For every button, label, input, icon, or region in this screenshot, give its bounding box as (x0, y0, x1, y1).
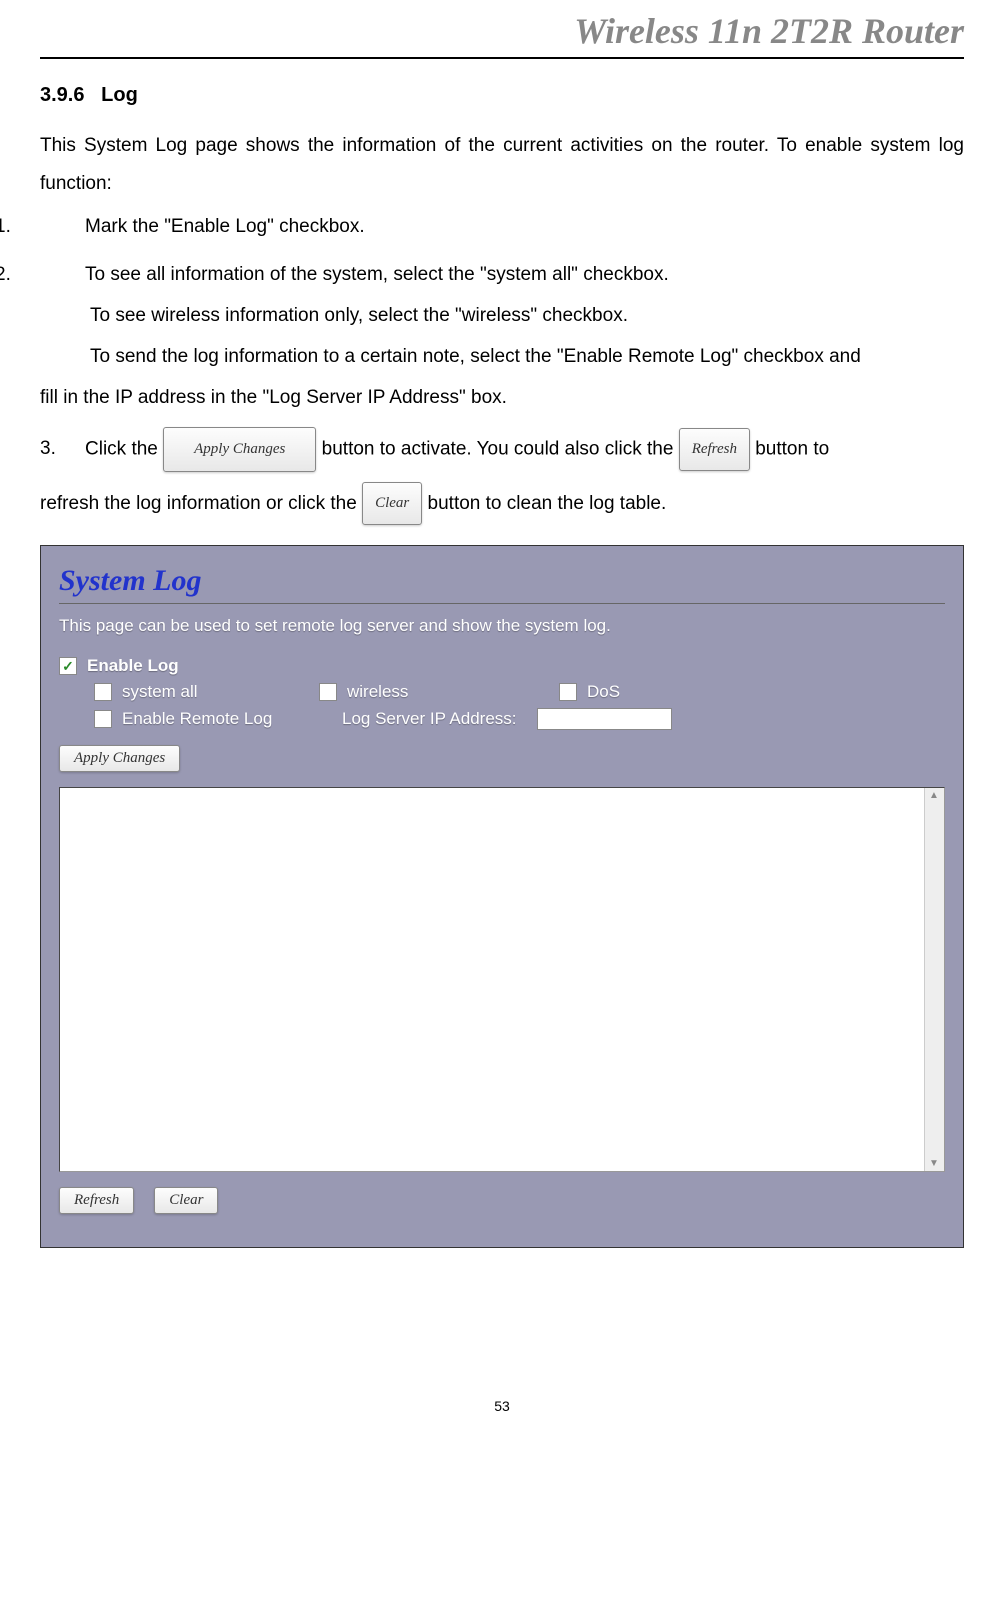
clear-button[interactable]: Clear (154, 1187, 218, 1214)
apply-changes-button-inline: Apply Changes (163, 427, 316, 472)
step-1-prefix: 1. (40, 208, 85, 246)
step-1: 1.Mark the "Enable Log" checkbox. (40, 208, 964, 246)
apply-changes-button[interactable]: Apply Changes (59, 745, 180, 772)
enable-log-row: Enable Log (59, 656, 945, 676)
bottom-buttons: Refresh Clear (59, 1187, 945, 1229)
dos-label: DoS (587, 682, 620, 702)
page-number: 53 (40, 1398, 964, 1439)
wireless-label: wireless (347, 682, 408, 702)
step-2-text: To see all information of the system, se… (85, 264, 669, 285)
refresh-button-inline: Refresh (679, 428, 750, 471)
page-header-title: Wireless 11n 2T2R Router (40, 0, 964, 59)
step-3: 3.Click the Apply Changes button to acti… (40, 427, 964, 472)
scrollbar-vertical[interactable] (924, 788, 944, 1171)
log-server-label: Log Server IP Address: (342, 709, 517, 729)
step-3-text-c: button to (755, 438, 829, 459)
remote-row: Enable Remote Log Log Server IP Address: (94, 708, 945, 730)
enable-log-label: Enable Log (87, 656, 179, 676)
options-row: system all wireless DoS (94, 682, 945, 702)
log-server-ip-input[interactable] (537, 708, 672, 730)
step-2-sub2b: fill in the IP address in the "Log Serve… (40, 379, 964, 417)
step-2-sub2a: To send the log information to a certain… (40, 338, 964, 376)
step-3-text-e: button to clean the log table. (428, 493, 667, 514)
section-heading: 3.9.6 Log (40, 84, 964, 107)
dos-checkbox[interactable] (559, 683, 577, 701)
step-3-prefix: 3. (40, 427, 85, 471)
system-all-checkbox[interactable] (94, 683, 112, 701)
refresh-button[interactable]: Refresh (59, 1187, 134, 1214)
system-all-label: system all (122, 682, 198, 702)
system-log-panel: System Log This page can be used to set … (40, 545, 964, 1248)
intro-text: This System Log page shows the informati… (40, 127, 964, 203)
step-3-text-a: Click the (85, 438, 163, 459)
panel-desc: This page can be used to set remote log … (59, 616, 945, 636)
section-number: 3.9.6 (40, 84, 84, 106)
step-3-text-d: refresh the log information or click the (40, 493, 362, 514)
log-textarea[interactable] (59, 787, 945, 1172)
wireless-checkbox[interactable] (319, 683, 337, 701)
step-2-sub1: To see wireless information only, select… (40, 297, 964, 335)
section-title: Log (101, 84, 138, 106)
step-2-prefix: 2. (40, 256, 85, 294)
panel-title: System Log (59, 564, 945, 598)
panel-hr (59, 603, 945, 604)
enable-log-checkbox[interactable] (59, 657, 77, 675)
step-3-text-b: button to activate. You could also click… (322, 438, 679, 459)
step-1-text: Mark the "Enable Log" checkbox. (85, 216, 365, 237)
step-3-line2: refresh the log information or click the… (40, 482, 964, 526)
enable-remote-checkbox[interactable] (94, 710, 112, 728)
step-2: 2.To see all information of the system, … (40, 256, 964, 294)
clear-button-inline: Clear (362, 482, 422, 525)
enable-remote-label: Enable Remote Log (122, 709, 332, 729)
